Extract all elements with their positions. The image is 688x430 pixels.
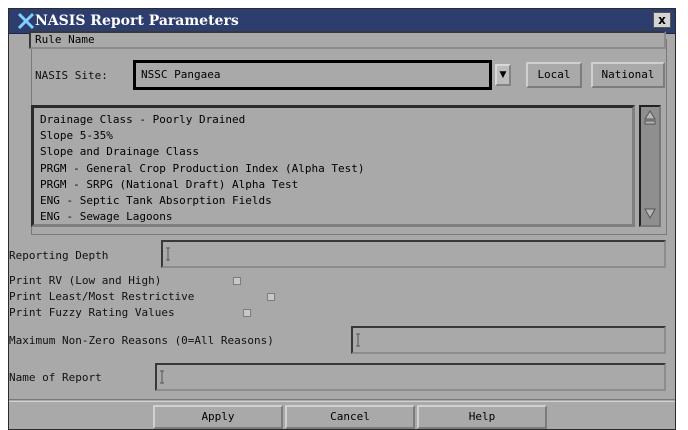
print-least-most-toggle[interactable] [267,293,275,301]
close-button[interactable]: x [653,12,671,28]
window-title: NASIS Report Parameters [35,13,239,29]
separator [9,401,675,402]
reporting-depth-label: Reporting Depth [9,249,109,262]
national-button[interactable]: National [591,62,665,88]
scroll-down-arrow-icon[interactable] [643,203,657,221]
max-reasons-input[interactable] [351,326,666,354]
text-cursor-icon [166,247,170,261]
rule-name-label: Rule Name [35,33,95,46]
help-button[interactable]: Help [417,405,547,429]
list-item[interactable]: PRGM - General Crop Production Index (Al… [40,161,626,177]
report-parameters-window: NASIS Report Parameters x Rule Name NASI… [8,8,676,430]
max-reasons-label: Maximum Non-Zero Reasons (0=All Reasons) [9,334,274,347]
print-fuzzy-label: Print Fuzzy Rating Values [9,306,175,319]
list-item[interactable]: ENG - Septic Tank Absorption Fields [40,193,626,209]
text-cursor-icon [160,370,164,384]
rule-name-field: Rule Name [29,31,666,49]
dropdown-arrow-icon: ▼ [499,70,507,80]
national-button-label: National [601,68,655,81]
list-item[interactable]: Drainage Class - Poorly Drained [40,112,626,128]
nasis-site-value: NSSC Pangaea [141,68,221,81]
separator [9,399,675,400]
print-least-most-label: Print Least/Most Restrictive [9,290,195,303]
local-button[interactable]: Local [526,62,582,88]
cancel-button-label: Cancel [330,410,370,423]
scroll-up-arrow-icon[interactable] [643,109,657,127]
nasis-site-label: NASIS Site: [35,69,108,82]
site-dropdown-button[interactable]: ▼ [495,64,511,86]
help-button-label: Help [468,410,496,423]
list-item[interactable]: PRGM - SRPG (National Draft) Alpha Test [40,177,626,193]
nasis-site-select[interactable]: NSSC Pangaea [133,60,492,90]
reporting-depth-input[interactable] [161,240,666,268]
print-rv-toggle[interactable] [233,277,241,285]
rules-list-scrollbar[interactable] [639,105,661,227]
list-item[interactable]: Slope 5-35% [40,128,626,144]
app-x-icon [17,12,35,30]
rules-list[interactable]: Drainage Class - Poorly Drained Slope 5-… [31,105,635,227]
list-item[interactable]: Slope and Drainage Class [40,144,626,160]
text-cursor-icon [356,333,360,347]
apply-button-label: Apply [201,410,235,423]
apply-button[interactable]: Apply [153,405,283,429]
print-fuzzy-toggle[interactable] [243,309,251,317]
close-icon: x [658,13,666,27]
report-name-label: Name of Report [9,371,102,384]
cancel-button[interactable]: Cancel [285,405,415,429]
list-item[interactable]: ENG - Sewage Lagoons [40,209,626,225]
local-button-label: Local [537,68,571,81]
print-rv-label: Print RV (Low and High) [9,274,162,287]
report-name-input[interactable] [155,363,666,391]
